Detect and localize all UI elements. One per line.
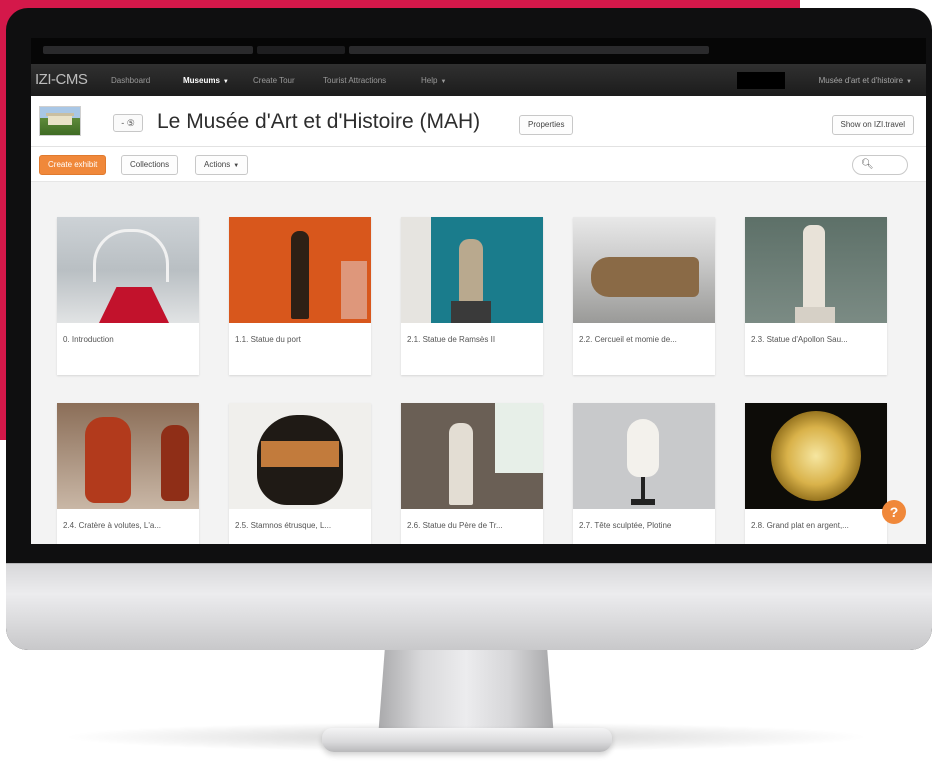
exhibit-photo	[57, 217, 199, 323]
exhibit-card[interactable]: 2.6. Statue du Père de Tr...	[401, 403, 543, 544]
exhibit-caption: 2.8. Grand plat en argent,...	[751, 521, 849, 530]
exhibit-photo	[401, 217, 543, 323]
nav-create-tour[interactable]: Create Tour	[253, 76, 295, 85]
properties-button[interactable]: Properties	[519, 115, 574, 135]
show-on-izi-button[interactable]: Show on IZI.travel	[831, 115, 914, 135]
museum-selector-label: Musée d'art et d'histoire	[818, 76, 904, 85]
museum-thumbnail[interactable]	[39, 106, 81, 136]
nav-help[interactable]: Help ▼	[421, 76, 446, 85]
exhibit-card[interactable]: 1.1. Statue du port	[229, 217, 371, 375]
exhibit-caption: 2.4. Cratère à volutes, L'a...	[63, 521, 162, 530]
screen: IZI-CMS Dashboard Museums ▼ Create Tour T…	[31, 38, 926, 544]
statue-shape	[291, 231, 309, 319]
monitor-chin	[6, 563, 932, 650]
base-shape	[795, 307, 835, 323]
caret-down-icon: ▼	[906, 79, 912, 85]
collections-button[interactable]: Collections	[121, 155, 179, 175]
title-bar: - ⑤ Le Musée d'Art et d'Histoire (MAH) P…	[31, 96, 926, 147]
exhibit-card[interactable]: 2.1. Statue de Ramsès II	[401, 217, 543, 375]
plinth-shape	[451, 301, 491, 323]
browser-tab[interactable]	[257, 46, 345, 54]
top-navbar: IZI-CMS Dashboard Museums ▼ Create Tour T…	[31, 64, 926, 96]
search-input[interactable]: 🔍︎	[852, 155, 908, 175]
caret-down-icon: ▼	[233, 163, 240, 169]
exhibit-card[interactable]: 2.7. Tête sculptée, Plotine	[573, 403, 715, 544]
brand-logo[interactable]: IZI-CMS	[35, 71, 88, 88]
exhibit-caption: 1.1. Statue du port	[235, 335, 301, 344]
museum-building	[48, 116, 72, 125]
nav-museums-label: Museums	[183, 76, 220, 85]
nav-dashboard[interactable]: Dashboard	[111, 76, 150, 85]
exhibit-card[interactable]: 2.4. Cratère à volutes, L'a...	[57, 403, 199, 544]
exhibit-caption: 2.5. Stamnos étrusque, L...	[235, 521, 332, 530]
stand-shape	[641, 477, 645, 501]
arch-shape	[93, 229, 169, 282]
language-button[interactable]: - ⑤	[113, 114, 143, 132]
exhibit-photo	[229, 217, 371, 323]
statue-shape	[803, 225, 825, 317]
redacted-box	[737, 72, 785, 89]
nav-museums[interactable]: Museums ▼	[183, 76, 229, 85]
statue-shape	[459, 239, 483, 303]
exhibit-caption: 2.6. Statue du Père de Tr...	[407, 521, 503, 530]
actions-dropdown[interactable]: Actions ▼	[195, 155, 249, 175]
exhibit-photo	[573, 217, 715, 323]
exhibit-photo	[745, 217, 887, 323]
exhibit-photo	[401, 403, 543, 509]
exhibit-card[interactable]: 0. Introduction	[57, 217, 199, 375]
address-bar[interactable]	[349, 46, 709, 54]
monitor-stand-base	[322, 728, 612, 752]
exhibit-photo	[229, 403, 371, 509]
plate-shape	[771, 411, 861, 501]
vase-band	[261, 441, 339, 467]
exhibit-card[interactable]: 2.2. Cercueil et momie de...	[573, 217, 715, 375]
statue-shape	[449, 423, 473, 505]
vase-shape	[161, 425, 189, 501]
exhibit-photo	[745, 403, 887, 509]
caret-down-icon: ▼	[440, 79, 447, 85]
exhibit-caption: 0. Introduction	[63, 335, 114, 344]
page-title: Le Musée d'Art et d'Histoire (MAH)	[157, 110, 481, 133]
exhibit-caption: 2.2. Cercueil et momie de...	[579, 335, 677, 344]
vase-shape	[85, 417, 131, 503]
exhibit-caption: 2.3. Statue d'Apollon Sau...	[751, 335, 848, 344]
exhibit-card[interactable]: 2.3. Statue d'Apollon Sau...	[745, 217, 887, 375]
create-exhibit-button[interactable]: Create exhibit	[39, 155, 107, 175]
nav-help-label: Help	[421, 76, 438, 85]
toolbar: Create exhibit Collections Actions ▼ 🔍︎	[31, 147, 926, 182]
browser-tab[interactable]	[43, 46, 253, 54]
help-button[interactable]: ?	[882, 500, 906, 524]
window-shape	[495, 403, 543, 473]
coffin-shape	[591, 257, 699, 297]
exhibit-grid: 0. Introduction 1.1. Statue du port 2.1.…	[31, 181, 926, 544]
foot-shape	[631, 499, 655, 505]
monitor-stand	[378, 646, 554, 738]
exhibit-caption: 2.7. Tête sculptée, Plotine	[579, 521, 672, 530]
museum-selector[interactable]: Musée d'art et d'histoire ▼	[819, 76, 912, 85]
browser-chrome	[31, 38, 926, 64]
exhibit-caption: 2.1. Statue de Ramsès II	[407, 335, 496, 344]
nav-tourist-attractions[interactable]: Tourist Attractions	[323, 76, 386, 85]
exhibit-photo	[573, 403, 715, 509]
glass-case	[341, 261, 367, 319]
exhibit-card[interactable]: 2.5. Stamnos étrusque, L...	[229, 403, 371, 544]
caret-down-icon: ▼	[222, 79, 229, 85]
exhibit-card[interactable]: 2.8. Grand plat en argent,...	[745, 403, 887, 544]
actions-label: Actions	[204, 160, 231, 169]
search-icon: 🔍︎	[861, 159, 874, 170]
exhibit-photo	[57, 403, 199, 509]
monitor-frame: IZI-CMS Dashboard Museums ▼ Create Tour T…	[6, 8, 932, 650]
head-shape	[627, 419, 659, 477]
stairs-shape	[99, 287, 169, 323]
